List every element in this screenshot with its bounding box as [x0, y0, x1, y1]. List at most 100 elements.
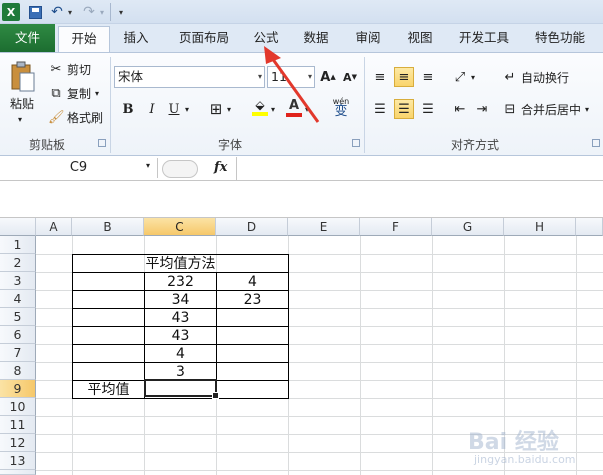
format-painter-icon: 🖌 [48, 109, 65, 125]
increase-indent-icon[interactable]: ⇥ [472, 99, 492, 119]
orientation-icon[interactable]: ⤢ [450, 67, 470, 87]
formula-bar-splitter[interactable] [162, 160, 198, 178]
orientation-dropdown-icon[interactable]: ▾ [468, 67, 478, 87]
column-header-a[interactable]: A [36, 218, 72, 236]
row-header-14[interactable] [0, 470, 36, 475]
cell-c7[interactable]: 4 [145, 345, 216, 363]
phonetic-guide-icon[interactable]: wén 变 [326, 97, 356, 118]
font-size-select[interactable]: 11 ▾ [267, 66, 315, 88]
formula-bar-expanded-area [0, 182, 603, 218]
cell-c6[interactable]: 43 [145, 327, 216, 345]
alignment-launcher-icon[interactable] [592, 139, 600, 147]
tab-formulas[interactable]: 公式 [244, 24, 288, 52]
font-launcher-icon[interactable] [352, 139, 360, 147]
cut-button[interactable]: ✂ 剪切 [48, 61, 91, 78]
excel-logo-icon[interactable]: X [2, 3, 20, 21]
column-header-i[interactable] [576, 218, 603, 236]
align-bottom-icon[interactable]: ≡ [418, 67, 438, 87]
column-header-f[interactable]: F [360, 218, 432, 236]
underline-dropdown-icon[interactable]: ▾ [182, 99, 192, 119]
save-icon[interactable] [27, 3, 43, 21]
column-header-b[interactable]: B [72, 218, 144, 236]
gridline [36, 470, 603, 471]
format-painter-button[interactable]: 🖌 格式刷 [48, 109, 103, 126]
tab-view[interactable]: 视图 [398, 24, 442, 52]
cell-b9[interactable]: 平均值 [73, 381, 144, 399]
redo-icon[interactable]: ↷ [82, 3, 96, 21]
fill-color-dropdown-icon[interactable]: ▾ [268, 99, 278, 119]
underline-button[interactable]: U [164, 99, 184, 119]
row-header-3[interactable]: 3 [0, 272, 36, 290]
column-header-d[interactable]: D [216, 218, 288, 236]
tab-review[interactable]: 审阅 [346, 24, 390, 52]
column-header-e[interactable]: E [288, 218, 360, 236]
tab-insert[interactable]: 插入 [114, 24, 158, 52]
clipboard-launcher-icon[interactable] [98, 139, 106, 147]
row-header-8[interactable]: 8 [0, 362, 36, 380]
wrap-text-icon: ↵ [504, 69, 516, 85]
paste-dropdown-icon[interactable]: ▾ [18, 115, 22, 124]
clipboard-group-label: 剪贴板 [28, 138, 65, 152]
column-header-h[interactable]: H [504, 218, 576, 236]
align-center-icon[interactable]: ☰ [394, 99, 414, 119]
tab-developer[interactable]: 开发工具 [452, 24, 516, 52]
tab-home[interactable]: 开始 [58, 26, 110, 52]
grow-font-icon[interactable]: A ▲ [318, 67, 338, 87]
shrink-font-icon[interactable]: A ▼ [340, 67, 360, 87]
fill-color-icon[interactable]: ⬙ [250, 97, 270, 117]
row-header-1[interactable]: 1 [0, 236, 36, 254]
align-middle-icon[interactable]: ≡ [394, 67, 414, 87]
row-header-11[interactable]: 11 [0, 416, 36, 434]
merge-center-button[interactable]: ⊟ 合并后居中 ▾ [502, 101, 589, 118]
row-header-6[interactable]: 6 [0, 326, 36, 344]
decrease-indent-icon[interactable]: ⇤ [450, 99, 470, 119]
scissors-icon: ✂ [50, 61, 62, 77]
cell-d3[interactable]: 4 [217, 273, 288, 291]
select-all-corner[interactable] [0, 218, 36, 236]
borders-dropdown-icon[interactable]: ▾ [224, 99, 234, 119]
column-header-g[interactable]: G [432, 218, 504, 236]
redo-dropdown-icon[interactable]: ▾ [97, 3, 107, 21]
row-header-12[interactable]: 12 [0, 434, 36, 452]
row-header-5[interactable]: 5 [0, 308, 36, 326]
font-name-select[interactable]: 宋体 ▾ [114, 66, 265, 88]
merge-cells-icon: ⊟ [504, 101, 516, 117]
cell-c3[interactable]: 232 [145, 273, 216, 291]
name-box[interactable]: C9 [0, 158, 158, 178]
wrap-text-button[interactable]: ↵ 自动换行 [502, 69, 569, 86]
row-header-13[interactable]: 13 [0, 452, 36, 470]
insert-function-icon[interactable]: fx [214, 160, 227, 175]
paste-icon[interactable] [8, 59, 38, 95]
column-header-c[interactable]: C [144, 218, 216, 236]
formula-input[interactable] [236, 157, 603, 181]
tab-special-features[interactable]: 特色功能 [528, 24, 592, 52]
active-cell-c9[interactable] [144, 379, 219, 399]
tab-page-layout[interactable]: 页面布局 [168, 24, 240, 52]
row-header-9[interactable]: 9 [0, 380, 36, 398]
align-left-icon[interactable]: ☰ [370, 99, 390, 119]
cell-d4[interactable]: 23 [217, 291, 288, 309]
undo-icon[interactable]: ↶ [50, 3, 64, 21]
align-top-icon[interactable]: ≡ [370, 67, 390, 87]
font-color-icon[interactable]: A [284, 97, 304, 117]
cell-b2-merged-title[interactable]: 平均值方法 [73, 255, 288, 273]
row-header-2[interactable]: 2 [0, 254, 36, 272]
row-header-10[interactable]: 10 [0, 398, 36, 416]
font-color-dropdown-icon[interactable]: ▾ [302, 99, 312, 119]
paste-button[interactable]: 粘贴 [10, 95, 34, 112]
align-right-icon[interactable]: ☰ [418, 99, 438, 119]
row-header-4[interactable]: 4 [0, 290, 36, 308]
bold-button[interactable]: B [118, 99, 138, 119]
tab-data[interactable]: 数据 [294, 24, 338, 52]
cell-c5[interactable]: 43 [145, 309, 216, 327]
italic-button[interactable]: I [142, 99, 162, 119]
row-header-7[interactable]: 7 [0, 344, 36, 362]
copy-button[interactable]: ⧉ 复制 ▾ [48, 85, 99, 102]
copy-icon: ⧉ [51, 85, 61, 101]
undo-dropdown-icon[interactable]: ▾ [65, 3, 75, 21]
name-box-dropdown-icon[interactable]: ▾ [146, 161, 150, 170]
tab-file[interactable]: 文件 [0, 24, 55, 52]
cell-c4[interactable]: 34 [145, 291, 216, 309]
customize-toolbar-icon[interactable]: ▾ [116, 3, 126, 21]
borders-icon[interactable]: ⊞ [206, 99, 226, 119]
